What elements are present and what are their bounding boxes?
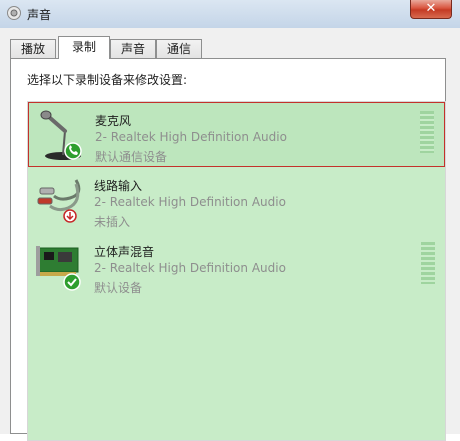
device-name: 线路输入 bbox=[94, 179, 143, 193]
line-in-cable-icon bbox=[37, 179, 81, 223]
recording-panel: 选择以下录制设备来修改设置: 麦克风 2- Realtek High Defin… bbox=[10, 58, 446, 441]
sound-card-icon bbox=[36, 246, 81, 291]
checkmark-badge-icon bbox=[63, 273, 81, 291]
title-bar: 声音 ✕ bbox=[0, 0, 460, 28]
speaker-icon bbox=[7, 6, 21, 20]
device-description: 2- Realtek High Definition Audio bbox=[94, 261, 286, 275]
instructions-label: 选择以下录制设备来修改设置: bbox=[27, 73, 188, 87]
device-item-stereo-mix[interactable]: 立体声混音 2- Realtek High Definition Audio 默… bbox=[28, 234, 445, 299]
device-name: 立体声混音 bbox=[94, 245, 155, 259]
device-list[interactable]: 麦克风 2- Realtek High Definition Audio 默认通… bbox=[27, 101, 446, 441]
tab-playback[interactable]: 播放 bbox=[10, 39, 56, 58]
device-item-line-in[interactable]: 线路输入 2- Realtek High Definition Audio 未插… bbox=[28, 168, 445, 233]
unplugged-badge-icon bbox=[63, 209, 77, 223]
window-title: 声音 bbox=[27, 8, 52, 22]
device-status: 默认设备 bbox=[94, 281, 143, 295]
device-status: 默认通信设备 bbox=[95, 150, 168, 164]
level-meter bbox=[420, 111, 434, 153]
level-meter bbox=[421, 242, 435, 284]
phone-badge-icon bbox=[64, 142, 82, 160]
tab-sounds[interactable]: 声音 bbox=[110, 39, 156, 58]
device-item-microphone[interactable]: 麦克风 2- Realtek High Definition Audio 默认通… bbox=[28, 102, 445, 167]
device-description: 2- Realtek High Definition Audio bbox=[95, 130, 287, 144]
tab-recording[interactable]: 录制 bbox=[58, 36, 110, 59]
close-button[interactable]: ✕ bbox=[410, 0, 452, 19]
device-status: 未插入 bbox=[94, 215, 131, 229]
device-name: 麦克风 bbox=[95, 114, 132, 128]
dialog-body: 播放 录制 声音 通信 选择以下录制设备来修改设置: 麦克风 2- Realte… bbox=[0, 28, 460, 441]
tab-communications[interactable]: 通信 bbox=[156, 39, 202, 58]
microphone-icon bbox=[40, 110, 82, 160]
device-description: 2- Realtek High Definition Audio bbox=[94, 195, 286, 209]
